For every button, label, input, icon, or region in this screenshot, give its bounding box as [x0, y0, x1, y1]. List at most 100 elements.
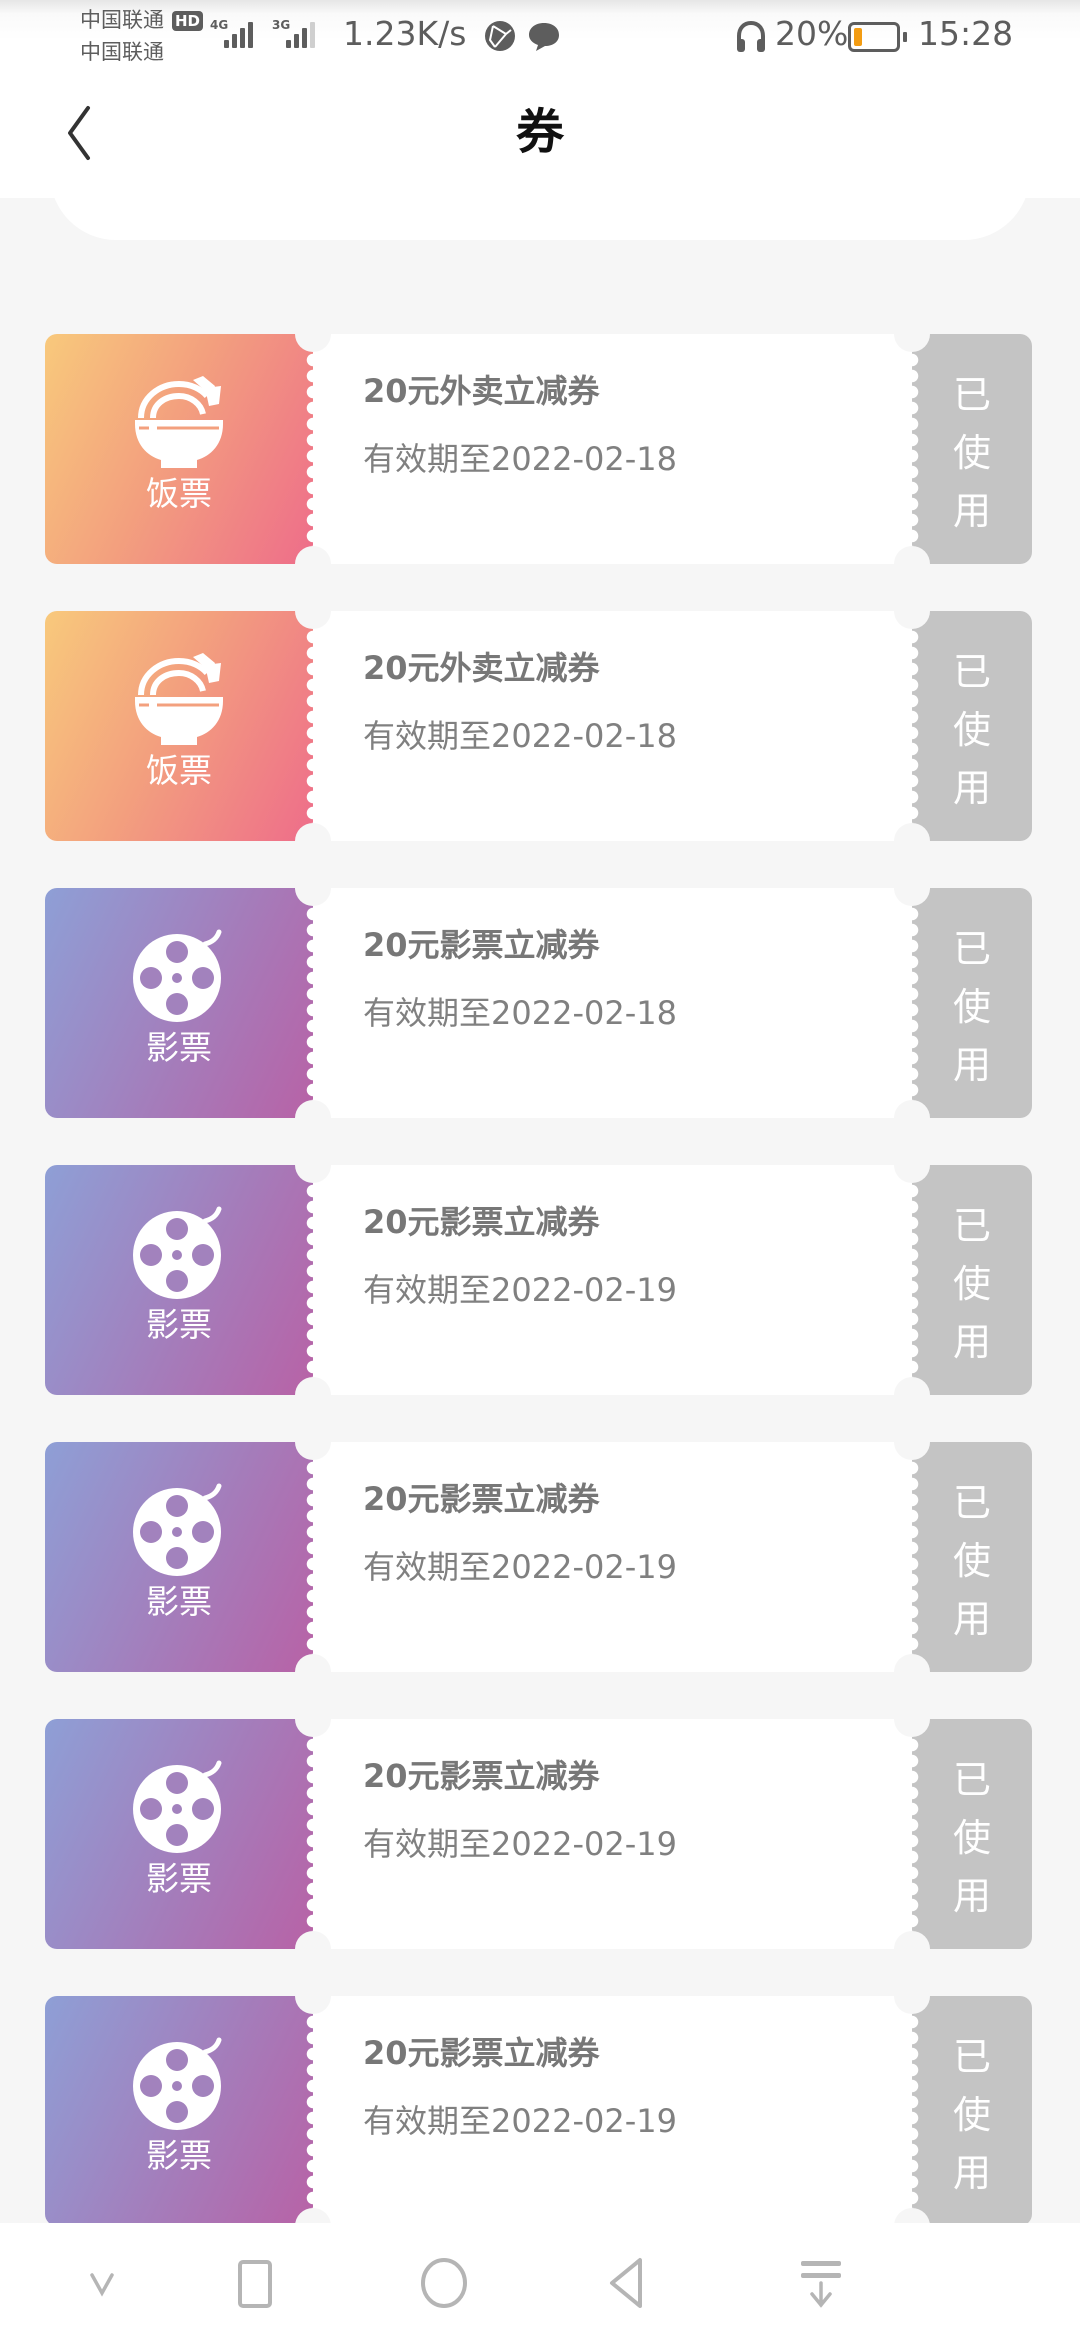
coupon-type-stub: 影票	[45, 1165, 313, 1395]
coupon-status-stub: 已使用	[912, 611, 1032, 841]
coupon-title: 20元影票立减券	[363, 1203, 600, 1241]
coupon-card[interactable]: 饭票 20元外卖立减券 有效期至2022-02-18 已使用	[45, 316, 1032, 582]
ticket-notch	[894, 593, 930, 629]
status-char: 用	[952, 1320, 991, 1364]
film-reel-icon	[133, 1483, 222, 1576]
chat-bubble-icon	[529, 23, 559, 51]
triangle-back-icon	[610, 2258, 642, 2308]
system-navigation-bar	[0, 2223, 1080, 2340]
ticket-notch	[295, 1100, 331, 1136]
status-char: 已	[952, 927, 991, 971]
status-char: 用	[952, 2151, 991, 2195]
coupon-title: 20元影票立减券	[363, 1480, 600, 1518]
coupon-card[interactable]: 饭票 20元外卖立减券 有效期至2022-02-18 已使用	[45, 593, 1032, 859]
used-status-label: 已使用	[912, 2028, 1032, 2202]
hd-voice-badge: HD	[172, 11, 204, 31]
coupon-type-stub: 影票	[45, 1996, 313, 2226]
coupon-details: 20元影票立减券 有效期至2022-02-19	[313, 1165, 912, 1395]
notification-pulldown-button[interactable]	[791, 2253, 851, 2313]
status-char: 用	[952, 1043, 991, 1087]
status-char: 使	[952, 431, 991, 475]
status-char: 已	[952, 650, 991, 694]
pull-down-icon	[801, 2261, 841, 2308]
status-char: 使	[952, 1816, 991, 1860]
coupon-card[interactable]: 影票 20元影票立减券 有效期至2022-02-19 已使用	[45, 1147, 1032, 1413]
coupon-title: 20元外卖立减券	[363, 649, 600, 687]
status-char: 使	[952, 1539, 991, 1583]
ticket-notch	[894, 1978, 930, 2014]
coupon-details: 20元影票立减券有效期至2022-02-18	[313, 888, 912, 1118]
network-share-icon	[485, 21, 515, 51]
coupon-card[interactable]: 影票 20元影票立减券 有效期至2022-02-19 已使用	[45, 1978, 1032, 2244]
used-status-label: 已使用	[912, 1197, 1032, 1371]
coupon-list-screen: 中国联通 HD 中国联通 4G 3G 1.23K/s 20% 15:28 券 饭…	[0, 0, 1080, 2340]
coupon-validity: 有效期至2022-02-18	[363, 994, 677, 1032]
coupon-card[interactable]: 影票 20元影票立减券 有效期至2022-02-19 已使用	[45, 1424, 1032, 1690]
ticket-notch	[295, 1978, 331, 2014]
coupon-status-stub: 已使用	[912, 888, 1032, 1118]
home-button[interactable]	[414, 2253, 474, 2313]
headphones-icon	[737, 20, 765, 52]
film-reel-icon	[133, 929, 222, 1022]
ticket-notch	[894, 546, 930, 582]
ticket-notch	[894, 1100, 930, 1136]
coupon-type-stub: 饭票	[45, 611, 313, 841]
ticket-notch	[894, 1377, 930, 1413]
status-char: 使	[952, 1262, 991, 1306]
coupon-title: 20元影票立减券	[363, 1757, 600, 1795]
coupon-type-stub: 影票	[45, 1442, 313, 1672]
coupon-type-label: 饭票	[146, 751, 212, 790]
ticket-notch	[295, 870, 331, 906]
ticket-notch	[295, 316, 331, 352]
coupon-type-label: 影票	[146, 1028, 212, 1067]
status-char: 已	[952, 1481, 991, 1525]
coupon-details: 20元影票立减券 有效期至2022-02-19	[313, 1996, 912, 2226]
coupon-status-stub: 已使用	[912, 1442, 1032, 1672]
page-title: 券	[515, 104, 564, 160]
coupon-details: 20元影票立减券 有效期至2022-02-19	[313, 1442, 912, 1672]
coupon-type-label: 饭票	[146, 474, 212, 513]
status-char: 用	[952, 766, 991, 810]
ticket-notch	[295, 1654, 331, 1690]
coupon-details: 20元影票立减券 有效期至2022-02-19	[313, 1719, 912, 1949]
ticket-notch	[894, 1147, 930, 1183]
coupon-card[interactable]: 影票 20元影票立减券 有效期至2022-02-18 已使用	[45, 870, 1032, 1136]
status-char: 使	[952, 985, 991, 1029]
coupon-status-stub: 已使用	[912, 1165, 1032, 1395]
status-char: 已	[952, 2035, 991, 2079]
used-status-label: 已使用	[912, 1751, 1032, 1925]
used-status-label: 已使用	[912, 1474, 1032, 1648]
battery-percent: 20%	[775, 14, 849, 53]
status-char: 已	[952, 373, 991, 417]
coupon-type-label: 影票	[146, 1305, 212, 1344]
coupon-title: 20元外卖立减券	[363, 372, 600, 410]
ticket-notch	[894, 1654, 930, 1690]
ticket-notch	[295, 1931, 331, 1967]
coupon-card[interactable]: 影票 20元影票立减券 有效期至2022-02-19 已使用	[45, 1701, 1032, 1967]
used-status-label: 已使用	[912, 920, 1032, 1094]
coupon-type-label: 影票	[146, 2136, 212, 2175]
ticket-notch	[295, 1701, 331, 1737]
back-nav-button[interactable]	[600, 2253, 660, 2313]
hide-nav-button[interactable]	[72, 2253, 132, 2313]
rice-bowl-icon	[135, 653, 223, 745]
recents-button[interactable]	[226, 2253, 286, 2313]
battery-icon	[848, 22, 907, 52]
status-char: 使	[952, 2093, 991, 2137]
chevron-down-icon	[90, 2273, 114, 2297]
ticket-notch	[295, 546, 331, 582]
battery-level-fill	[854, 28, 862, 46]
ticket-notch	[295, 1147, 331, 1183]
status-char: 用	[952, 1874, 991, 1918]
app-header: 券	[0, 80, 1080, 198]
status-char: 用	[952, 489, 991, 533]
square-icon	[238, 2260, 272, 2308]
used-status-label: 已使用	[912, 643, 1032, 817]
coupon-type-label: 影票	[146, 1582, 212, 1621]
carrier-name-2: 中国联通	[80, 40, 164, 64]
coupon-status-stub: 已使用	[912, 1719, 1032, 1949]
coupon-details: 20元外卖立减券 有效期至2022-02-18	[313, 611, 912, 841]
coupon-type-label: 影票	[146, 1859, 212, 1898]
coupon-title: 20元影票立减券	[363, 926, 600, 964]
status-char: 已	[952, 1758, 991, 1802]
